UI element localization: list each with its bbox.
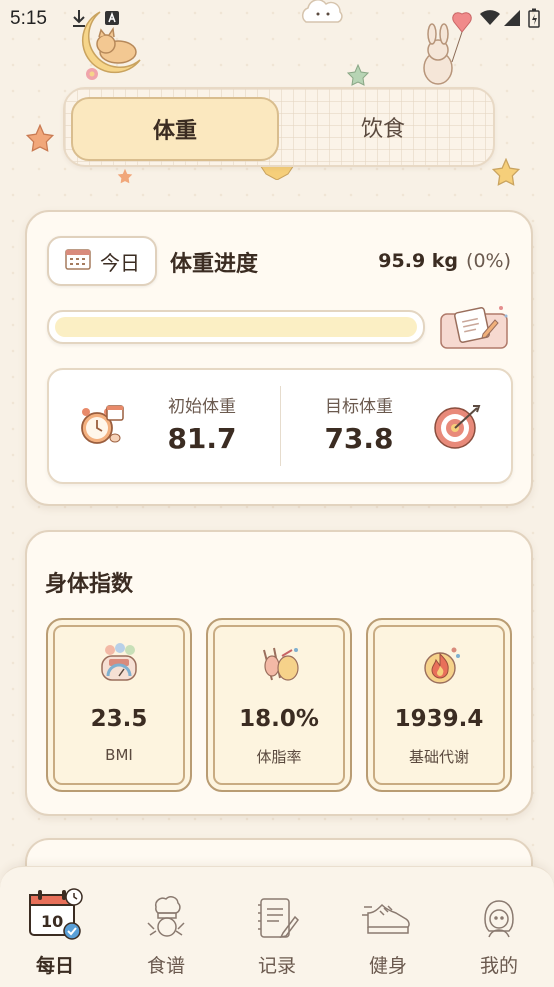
nav-fitness-label: 健身 xyxy=(368,955,407,977)
notebook-icon xyxy=(232,877,322,943)
tab-weight[interactable]: 体重 xyxy=(71,97,279,161)
calendar-icon: 10 xyxy=(10,877,100,943)
body-index-card: 身体指数 23.5 BMI 18.0% 体脂率 1939.4 基础代谢 xyxy=(25,530,533,816)
nav-records-label: 记录 xyxy=(257,955,296,977)
body-index-title: 身体指数 xyxy=(45,572,134,597)
target-weight-label: 目标体重 xyxy=(325,397,393,417)
edit-notebook-icon[interactable] xyxy=(439,304,511,354)
nav-daily-label: 每日 xyxy=(35,955,74,977)
bottom-navigation: 10 每日 食谱 记录 健身 我的 xyxy=(0,866,554,987)
signal-icon xyxy=(504,10,520,30)
today-label: 今日 xyxy=(100,250,140,275)
weight-progress-card: 今日 体重进度 95.9 kg (0%) 初始体重 81.7 目标体重 73.8 xyxy=(25,210,533,506)
bmi-metric[interactable]: 23.5 BMI xyxy=(46,618,192,792)
bmi-gauge-icon xyxy=(98,642,140,690)
start-weight-label: 初始体重 xyxy=(168,397,236,417)
weight-progress-title: 体重进度 xyxy=(170,252,259,277)
battery-icon xyxy=(528,8,540,32)
target-icon xyxy=(433,402,483,454)
moon-cat-illustration xyxy=(70,8,150,92)
alarm-clock-icon xyxy=(77,400,127,454)
calendar-icon xyxy=(64,247,92,276)
nav-profile[interactable]: 我的 xyxy=(454,877,544,978)
body-fat-value: 18.0% xyxy=(239,706,319,732)
body-fat-metric[interactable]: 18.0% 体脂率 xyxy=(206,618,352,792)
bunny-balloon-illustration xyxy=(418,10,478,94)
bmr-metric[interactable]: 1939.4 基础代谢 xyxy=(366,618,512,792)
wifi-icon xyxy=(480,10,500,30)
weight-progress-bar xyxy=(47,310,425,344)
sneaker-icon xyxy=(343,877,433,943)
current-weight-value: 95.9 kg xyxy=(378,250,459,272)
nav-recipes[interactable]: 食谱 xyxy=(121,877,211,978)
nav-recipes-label: 食谱 xyxy=(146,955,185,977)
metabolism-flame-icon xyxy=(418,642,462,690)
nav-fitness[interactable]: 健身 xyxy=(343,877,433,978)
nav-profile-label: 我的 xyxy=(479,955,518,977)
bmr-value: 1939.4 xyxy=(394,706,484,732)
weight-goal-summary: 初始体重 81.7 目标体重 73.8 xyxy=(47,368,513,484)
svg-text:10: 10 xyxy=(41,912,63,931)
star-decoration xyxy=(491,157,521,190)
chef-icon xyxy=(121,877,211,943)
summary-divider xyxy=(280,386,281,466)
tab-diet[interactable]: 饮食 xyxy=(281,97,485,157)
weight-change-percent: (0%) xyxy=(466,250,511,272)
cloud-face-decoration xyxy=(298,0,346,30)
view-tab-switcher: 体重 饮食 xyxy=(63,87,495,167)
profile-girl-icon xyxy=(454,877,544,943)
status-time: 5:15 xyxy=(10,8,47,29)
target-weight-value: 73.8 xyxy=(324,422,394,455)
body-fat-label: 体脂率 xyxy=(256,748,302,766)
nav-daily[interactable]: 10 每日 xyxy=(10,877,100,978)
bmi-value: 23.5 xyxy=(90,706,148,732)
today-button[interactable]: 今日 xyxy=(47,236,157,286)
start-weight-value: 81.7 xyxy=(167,422,237,455)
star-decoration xyxy=(25,123,55,156)
caliper-icon xyxy=(258,642,302,690)
star-decoration xyxy=(117,168,133,188)
progress-track xyxy=(55,317,417,337)
bmr-label: 基础代谢 xyxy=(408,748,469,766)
bmi-label: BMI xyxy=(105,746,133,764)
current-weight: 95.9 kg (0%) xyxy=(378,250,511,272)
nav-records[interactable]: 记录 xyxy=(232,877,322,978)
